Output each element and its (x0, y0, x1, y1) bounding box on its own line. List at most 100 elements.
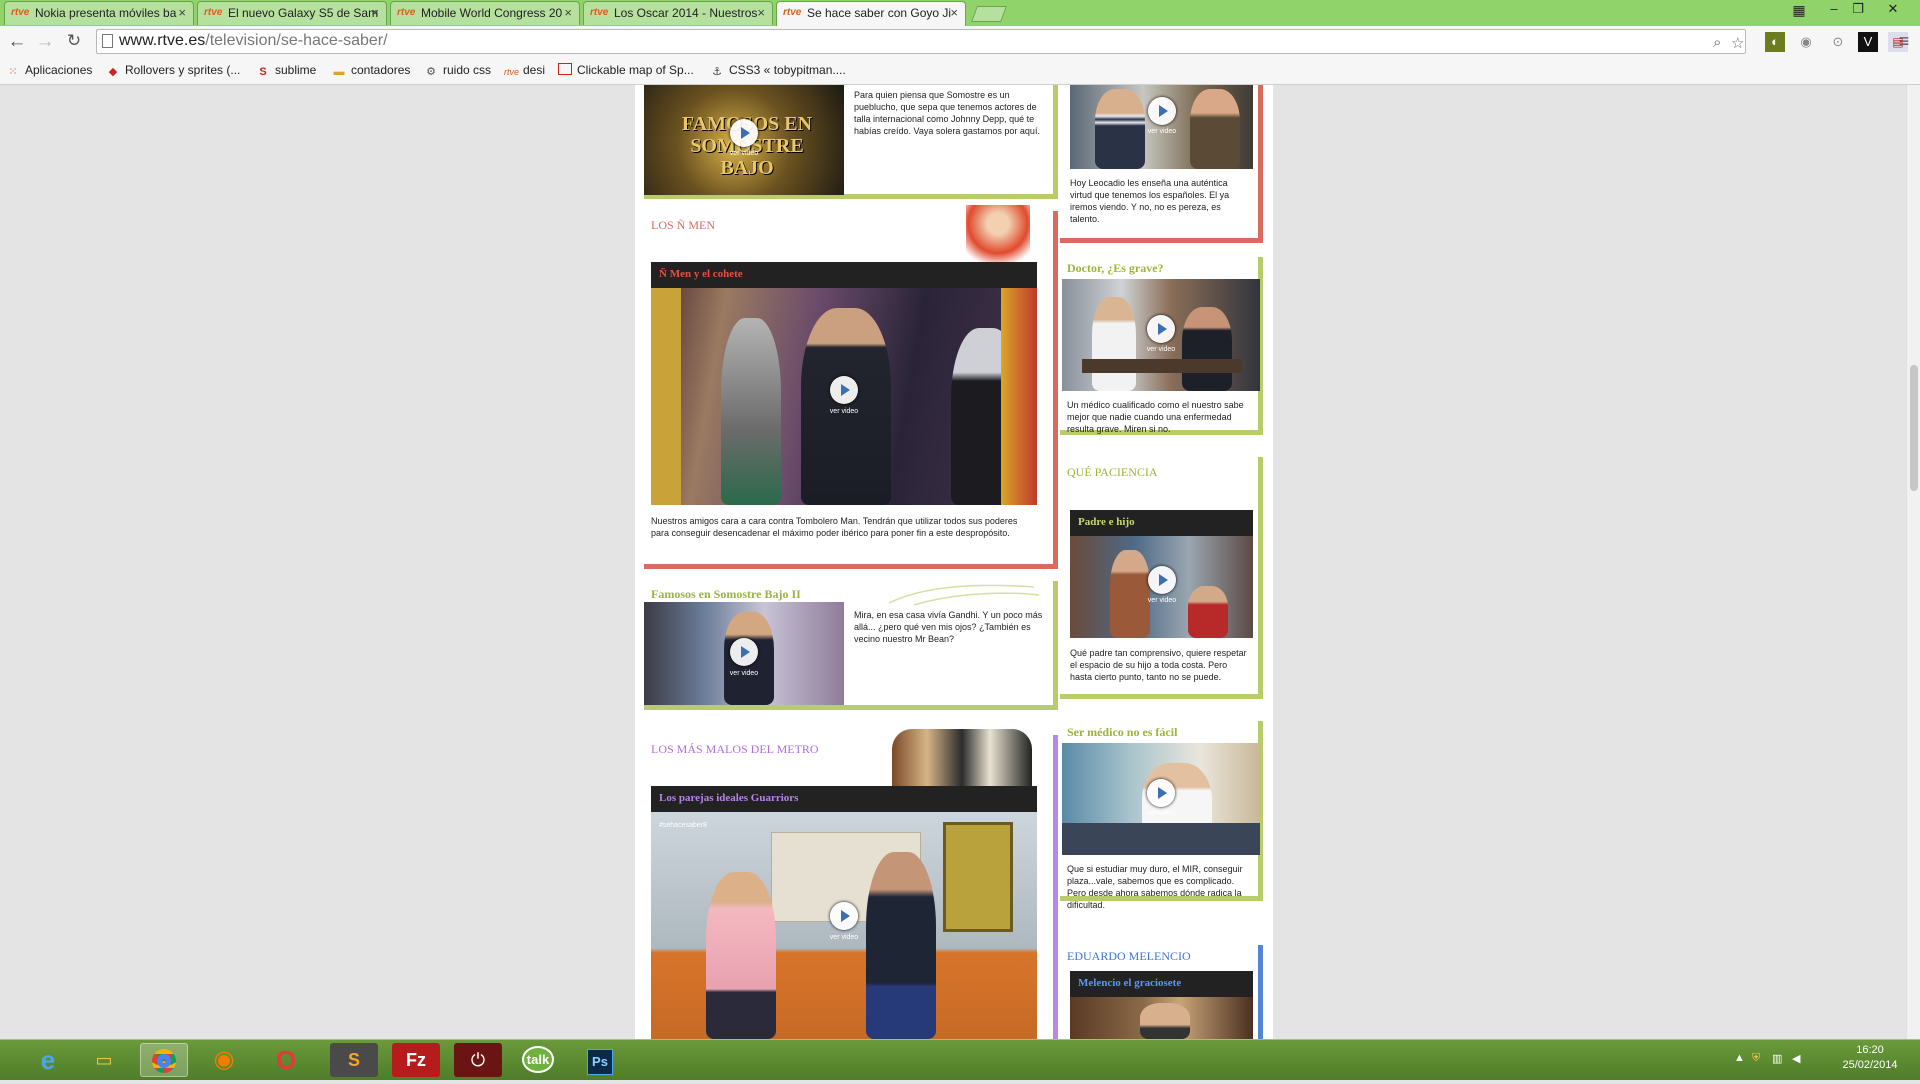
opera-icon[interactable]: O (262, 1043, 310, 1077)
video-figure (1190, 89, 1240, 169)
melencio-card: EDUARDO MELENCIO Melencio el graciosete (1060, 945, 1263, 1039)
video-banner (651, 288, 681, 505)
taskbar-clock[interactable]: 16:20 25/02/2014 (1830, 1043, 1910, 1073)
tab-nokia[interactable]: rtve Nokia presenta móviles ba × (4, 1, 194, 25)
play-icon[interactable] (730, 638, 758, 666)
metro-poster (943, 822, 1013, 932)
famosos2-title: Famosos en Somostre Bajo II (651, 587, 801, 601)
tab-galaxy[interactable]: rtve El nuevo Galaxy S5 de Sam × (197, 1, 387, 25)
metro-video[interactable]: #sehacesaber8 ver video (651, 812, 1037, 1039)
video-watermark: #sehacesaber8 (659, 822, 707, 829)
play-icon[interactable] (1147, 315, 1175, 343)
forward-icon[interactable]: → (34, 31, 56, 53)
play-icon[interactable] (830, 376, 858, 404)
play-icon[interactable] (1148, 97, 1176, 125)
clock-date: 25/02/2014 (1842, 1059, 1898, 1071)
filezilla-icon[interactable]: Fz (392, 1043, 440, 1077)
scrollbar-thumb[interactable] (1910, 365, 1918, 491)
close-icon[interactable]: × (371, 5, 379, 20)
folder-icon: ▬ (333, 66, 345, 78)
tab-mwc[interactable]: rtve Mobile World Congress 20 × (390, 1, 580, 25)
close-window-icon[interactable]: ✕ (1882, 1, 1904, 17)
restore-icon[interactable]: ❐ (1847, 1, 1869, 17)
leocadio-thumbnail[interactable]: ver video (1070, 85, 1253, 169)
padre-description: Qué padre tan comprensivo, quiere respet… (1070, 648, 1247, 682)
tray-security-icon[interactable]: ⛨ (1752, 1052, 1760, 1065)
photoshop-icon[interactable]: Ps (576, 1043, 624, 1077)
back-icon[interactable]: ← (6, 31, 28, 53)
explorer-icon[interactable]: ▭ (80, 1043, 128, 1077)
video-figure (866, 852, 936, 1039)
doctor-thumbnail[interactable]: ver video (1062, 279, 1260, 391)
melencio-video-title: Melencio el graciosete (1070, 971, 1253, 997)
bookmark-ruido-css[interactable]: ⚙ ruido css (424, 63, 491, 78)
medico-card: Ser médico no es fácil ver video Que si … (1060, 721, 1263, 910)
tray-volume-icon[interactable]: ◀ (1792, 1052, 1800, 1065)
search-icon[interactable]: ⌕ (1713, 34, 1721, 51)
bookmark-clickable-map[interactable]: Clickable map of Sp... (558, 63, 694, 77)
play-icon[interactable] (730, 119, 758, 147)
famosos2-card: Famosos en Somostre Bajo II ver video Mi… (644, 581, 1058, 710)
play-icon[interactable] (1148, 566, 1176, 594)
medico-description: Que si estudiar muy duro, el MIR, conseg… (1067, 864, 1243, 910)
bookmark-css3[interactable]: ⚓ CSS3 « tobypitman.... (710, 63, 846, 78)
tab-label: Se hace saber con Goyo Ji (807, 6, 952, 20)
tray-arrow-icon[interactable]: ▲ (1734, 1052, 1745, 1064)
menu-icon[interactable]: ≡ (1894, 31, 1914, 52)
tab-oscar[interactable]: rtve Los Oscar 2014 - Nuestros × (583, 1, 773, 25)
extension-pin-icon[interactable]: ◉ (1796, 32, 1816, 52)
desk (1082, 359, 1242, 373)
bookmark-contadores[interactable]: ▬ contadores (332, 63, 411, 78)
rtve-favicon-icon: rtve (397, 7, 416, 18)
reload-icon[interactable]: ↻ (63, 31, 85, 51)
ver-video-label: ver video (1147, 128, 1177, 135)
extension-location-icon[interactable]: ⊙ (1828, 32, 1848, 52)
red-drop-icon: ◆ (108, 66, 118, 78)
close-icon[interactable]: × (950, 5, 958, 20)
star-icon[interactable]: ☆ (1731, 34, 1744, 52)
close-icon[interactable]: × (564, 5, 572, 20)
play-icon[interactable] (830, 902, 858, 930)
n-men-description: Nuestros amigos cara a cara contra Tombo… (651, 516, 1018, 538)
desk (1062, 823, 1260, 855)
bookmark-rollovers[interactable]: ◆ Rollovers y sprites (... (106, 63, 241, 78)
extension-icon[interactable]: ◐ (1765, 32, 1785, 52)
page-scrollbar[interactable] (1906, 85, 1920, 1039)
rtve-favicon-icon: rtve (783, 7, 802, 18)
play-icon[interactable] (1147, 779, 1175, 807)
firefox-icon[interactable]: ◉ (200, 1043, 248, 1077)
power-icon[interactable]: ⏻ (454, 1043, 502, 1077)
n-men-section-title: LOS Ñ MEN (651, 218, 716, 232)
bookmark-desi[interactable]: rtve desi (504, 63, 545, 78)
video-figure (1095, 89, 1145, 169)
gtalk-icon[interactable]: talk (514, 1043, 562, 1077)
medico-thumbnail[interactable]: ver video (1062, 743, 1260, 855)
sublime-icon[interactable]: S (330, 1043, 378, 1077)
close-icon[interactable]: × (757, 5, 765, 20)
close-icon[interactable]: × (178, 5, 186, 20)
css-icon: ⚓ (712, 66, 722, 78)
bookmark-sublime[interactable]: Ssublime (256, 63, 316, 78)
padre-thumbnail[interactable]: ver video (1070, 536, 1253, 638)
famosos2-thumbnail[interactable]: ver video (644, 602, 844, 705)
address-bar[interactable]: www.rtve.es/television/se-hace-saber/ ⌕ … (96, 29, 1746, 54)
tab-label: Mobile World Congress 20 (421, 6, 563, 20)
n-men-video[interactable]: ver video (651, 288, 1037, 505)
metro-card: LOS MÁS MALOS DEL METRO Los parejas idea… (644, 729, 1058, 1039)
bookmark-apps[interactable]: ⁙ Aplicaciones (6, 63, 92, 78)
new-tab-button[interactable] (971, 6, 1007, 22)
minimize-icon[interactable]: – (1823, 1, 1845, 16)
famosos-thumbnail[interactable]: FAMOSOS EN SOMOSTRE BAJO ver video (644, 85, 844, 195)
ver-video-label: ver video (729, 670, 759, 677)
melencio-section-title: EDUARDO MELENCIO (1067, 949, 1191, 963)
profile-icon[interactable]: ▦ (1788, 2, 1810, 19)
extension-v-icon[interactable]: V (1858, 32, 1878, 52)
ver-video-label: ver video (1146, 810, 1176, 817)
melencio-thumbnail[interactable] (1070, 997, 1253, 1039)
chrome-icon[interactable] (140, 1043, 188, 1077)
ie-icon[interactable]: e (24, 1043, 72, 1077)
tray-network-icon[interactable]: ▥ (1772, 1052, 1782, 1065)
famosos-description: Para quien piensa que Somostre es un pue… (854, 90, 1040, 136)
tab-se-hace-saber[interactable]: rtve Se hace saber con Goyo Ji × (776, 1, 966, 26)
rtve-favicon-icon: rtve (590, 7, 609, 18)
